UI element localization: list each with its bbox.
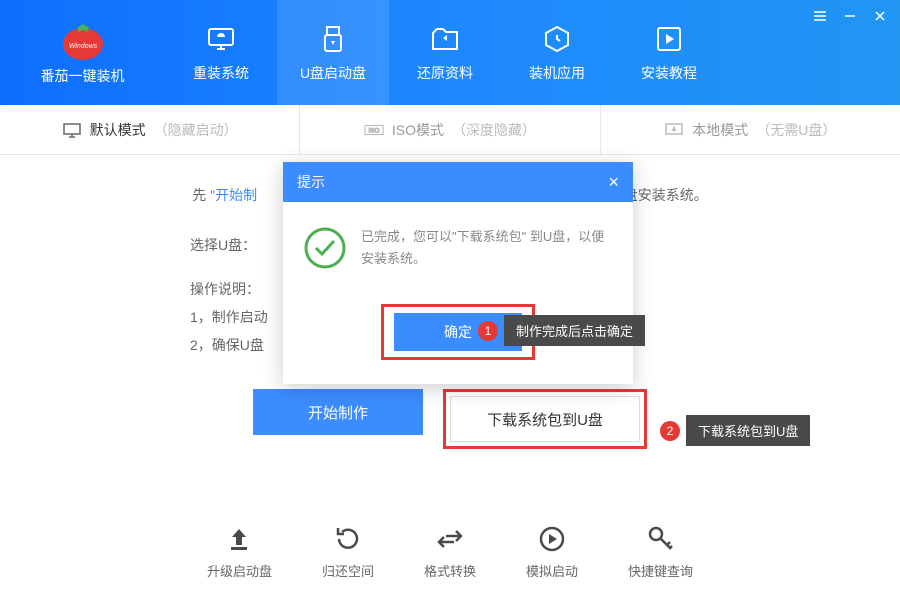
app-name: 番茄一键装机	[41, 66, 125, 86]
tab-local-mode[interactable]: 本地模式（无需U盘）	[601, 105, 900, 154]
minimize-button[interactable]	[842, 8, 858, 24]
monitor-refresh-icon	[205, 23, 237, 55]
rotate-icon	[334, 525, 362, 553]
play-icon	[653, 23, 685, 55]
dialog-message: 已完成，您可以"下载系统包" 到U盘，以便安装系统。	[361, 226, 613, 270]
svg-text:ISO: ISO	[368, 127, 379, 134]
usb-icon	[317, 23, 349, 55]
nav-apps[interactable]: 装机应用	[501, 0, 613, 105]
dialog-header: 提示 ×	[283, 162, 633, 202]
folder-back-icon	[429, 23, 461, 55]
annotation-text-2: 下载系统包到U盘	[686, 415, 810, 446]
dialog-close-button[interactable]: ×	[608, 172, 619, 193]
footer-convert[interactable]: 格式转换	[424, 525, 476, 580]
footer-hotkey[interactable]: 快捷键查询	[628, 525, 693, 580]
swap-icon	[436, 525, 464, 553]
tab-iso-mode[interactable]: ISO ISO模式（深度隐藏）	[300, 105, 600, 154]
footer-simulate[interactable]: 模拟启动	[526, 525, 578, 580]
nav: 重装系统 U盘启动盘 还原资料 装机应用 安装教程	[165, 0, 725, 105]
success-check-icon	[303, 226, 347, 270]
play-circle-icon	[538, 525, 566, 553]
download-to-usb-button[interactable]: 下载系统包到U盘	[450, 396, 640, 442]
svg-text:Windows: Windows	[68, 43, 97, 50]
hexagon-icon	[541, 23, 573, 55]
annotation-1: 1 制作完成后点击确定	[478, 315, 645, 346]
tab-default-mode[interactable]: 默认模式（隐藏启动）	[0, 105, 300, 154]
menu-button[interactable]	[812, 8, 828, 24]
iso-icon: ISO	[364, 122, 384, 138]
nav-reinstall[interactable]: 重装系统	[165, 0, 277, 105]
key-icon	[647, 525, 675, 553]
highlight-box-2: 下载系统包到U盘	[443, 389, 647, 449]
tomato-icon: Windows	[59, 20, 107, 60]
nav-usb-boot[interactable]: U盘启动盘	[277, 0, 389, 105]
nav-tutorial[interactable]: 安装教程	[613, 0, 725, 105]
instruction-step-2: 2，确保U盘	[190, 331, 280, 359]
confirm-dialog: 提示 × 已完成，您可以"下载系统包" 到U盘，以便安装系统。 确定	[283, 162, 633, 384]
annotation-text-1: 制作完成后点击确定	[504, 315, 645, 346]
download-monitor-icon	[664, 122, 684, 138]
select-usb-label: 选择U盘：	[190, 235, 280, 255]
instructions-label: 操作说明：	[190, 275, 280, 303]
logo-area: Windows 番茄一键装机	[0, 0, 165, 105]
monitor-icon	[62, 122, 82, 138]
dialog-body: 已完成，您可以"下载系统包" 到U盘，以便安装系统。	[283, 202, 633, 294]
annotation-badge-1: 1	[478, 321, 498, 341]
mode-tabs: 默认模式（隐藏启动） ISO ISO模式（深度隐藏） 本地模式（无需U盘）	[0, 105, 900, 155]
nav-restore[interactable]: 还原资料	[389, 0, 501, 105]
footer-tools: 升级启动盘 归还空间 格式转换 模拟启动 快捷键查询	[0, 525, 900, 580]
close-button[interactable]	[872, 8, 888, 24]
instruction-step-1: 1，制作启动	[190, 303, 280, 331]
action-bar: 开始制作 下载系统包到U盘	[190, 389, 710, 449]
upload-icon	[225, 525, 253, 553]
footer-upgrade[interactable]: 升级启动盘	[207, 525, 272, 580]
app-header: Windows 番茄一键装机 重装系统 U盘启动盘 还原资料 装机应用 安装教程	[0, 0, 900, 105]
start-make-button[interactable]: 开始制作	[253, 389, 423, 435]
annotation-2: 2 下载系统包到U盘	[660, 415, 810, 446]
window-controls	[812, 8, 888, 24]
annotation-badge-2: 2	[660, 421, 680, 441]
footer-return-space[interactable]: 归还空间	[322, 525, 374, 580]
dialog-title: 提示	[297, 172, 325, 192]
